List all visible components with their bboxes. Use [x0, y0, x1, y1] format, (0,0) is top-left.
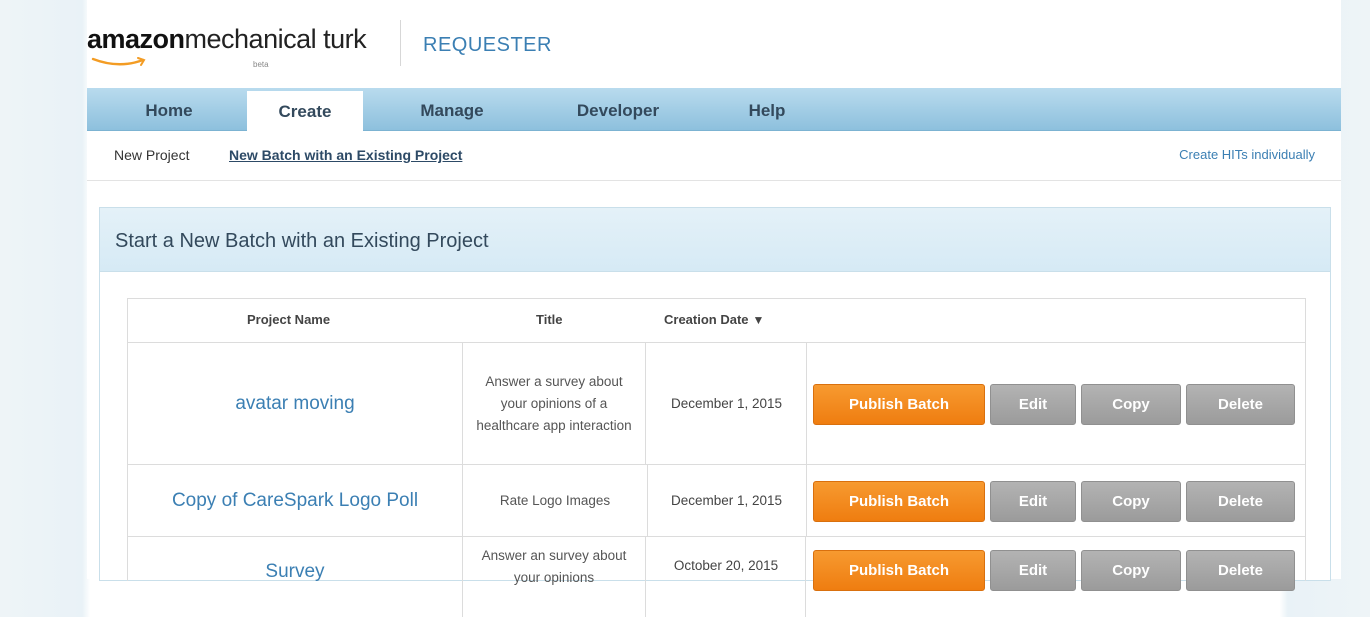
header-project-name[interactable]: Project Name — [247, 312, 330, 327]
copy-button[interactable]: Copy — [1081, 481, 1181, 522]
publish-batch-button[interactable]: Publish Batch — [813, 481, 985, 522]
project-name-link[interactable]: avatar moving — [128, 343, 462, 464]
subnav-new-project[interactable]: New Project — [114, 147, 189, 163]
delete-button[interactable]: Delete — [1186, 384, 1295, 425]
edit-button[interactable]: Edit — [990, 481, 1076, 522]
tab-home[interactable]: Home — [119, 88, 219, 130]
tab-developer[interactable]: Developer — [553, 88, 683, 130]
project-title: Answer an survey about your opinions — [462, 537, 646, 617]
table-row: Copy of CareSpark Logo Poll Rate Logo Im… — [128, 465, 1305, 537]
creation-date: December 1, 2015 — [647, 343, 807, 464]
edit-button[interactable]: Edit — [990, 384, 1076, 425]
tab-manage[interactable]: Manage — [397, 88, 507, 130]
creation-date: October 20, 2015 — [647, 537, 806, 617]
table-row: Survey Answer an survey about your opini… — [128, 537, 1305, 617]
amazon-smile-icon — [91, 57, 146, 66]
tab-create[interactable]: Create — [247, 91, 363, 131]
table-row: avatar moving Answer a survey about your… — [128, 343, 1305, 465]
batch-panel: Start a New Batch with an Existing Proje… — [99, 207, 1331, 617]
header-creation-date[interactable]: Creation Date ▼ — [664, 312, 764, 327]
edit-button[interactable]: Edit — [990, 550, 1076, 591]
panel-title: Start a New Batch with an Existing Proje… — [115, 230, 489, 252]
copy-button[interactable]: Copy — [1081, 550, 1181, 591]
tab-help[interactable]: Help — [727, 88, 807, 130]
logo-mechanical-turk: mechanical turk — [184, 24, 367, 54]
create-hits-individually-link[interactable]: Create HITs individually — [1179, 147, 1315, 162]
sub-nav: New Project New Batch with an Existing P… — [87, 131, 1341, 181]
project-title: Answer a survey about your opinions of a… — [462, 343, 646, 464]
logo-divider — [400, 20, 401, 66]
project-title: Rate Logo Images — [462, 465, 648, 536]
beta-label: beta — [253, 60, 269, 69]
header-title[interactable]: Title — [536, 312, 563, 327]
requester-label: REQUESTER — [423, 34, 552, 56]
panel-header: Start a New Batch with an Existing Proje… — [100, 208, 1330, 272]
page-container: amazonmechanical turk beta REQUESTER Hom… — [87, 0, 1341, 617]
table-header: Project Name Title Creation Date ▼ — [128, 299, 1305, 343]
main-nav: Home Create Manage Developer Help — [87, 88, 1341, 131]
logo-amazon: amazon — [87, 24, 185, 54]
copy-button[interactable]: Copy — [1081, 384, 1181, 425]
publish-batch-button[interactable]: Publish Batch — [813, 550, 985, 591]
projects-table: Project Name Title Creation Date ▼ avatar… — [127, 298, 1306, 617]
subnav-new-batch[interactable]: New Batch with an Existing Project — [229, 147, 462, 163]
project-name-link[interactable]: Survey — [128, 537, 462, 617]
sort-descending-icon: ▼ — [752, 313, 765, 327]
header-creation-date-label: Creation Date — [664, 312, 749, 327]
delete-button[interactable]: Delete — [1186, 481, 1295, 522]
delete-button[interactable]: Delete — [1186, 550, 1295, 591]
publish-batch-button[interactable]: Publish Batch — [813, 384, 985, 425]
logo-wordmark: amazonmechanical turk — [87, 24, 367, 55]
project-name-link[interactable]: Copy of CareSpark Logo Poll — [128, 465, 462, 536]
creation-date: December 1, 2015 — [647, 465, 807, 536]
